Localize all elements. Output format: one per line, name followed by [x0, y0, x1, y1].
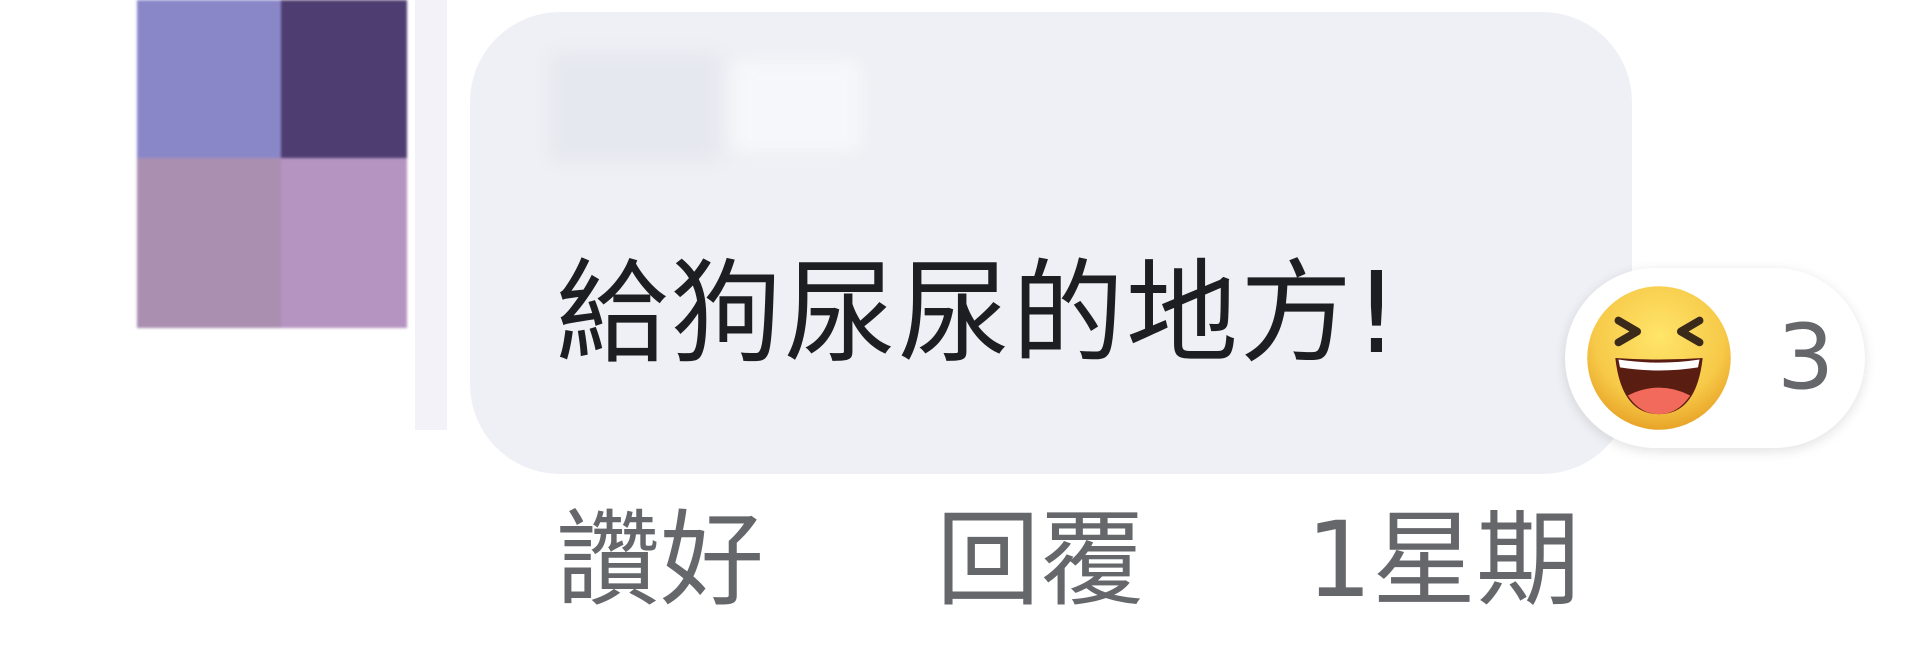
avatar-pixel [137, 158, 281, 328]
avatar-pixel [281, 158, 407, 328]
avatar-pixel [137, 0, 281, 158]
thread-line [415, 0, 447, 430]
author-name-redacted[interactable] [550, 52, 720, 162]
comment-timestamp[interactable]: 1星期 [1306, 505, 1580, 615]
reaction-count: 3 [1777, 305, 1835, 410]
like-button[interactable]: 讚好 [556, 505, 764, 615]
author-name-redacted [732, 60, 862, 152]
haha-emoji-icon [1587, 286, 1731, 430]
reply-button[interactable]: 回覆 [936, 505, 1144, 615]
comment-text: 給狗尿尿的地方! [556, 249, 1401, 379]
comment-bubble: 給狗尿尿的地方! [470, 12, 1632, 474]
avatar[interactable] [137, 0, 407, 328]
avatar-pixel [281, 0, 407, 158]
comment-screen: 給狗尿尿的地方! 3 讚好 回覆 1星期 [0, 0, 1920, 652]
reaction-summary[interactable]: 3 [1565, 268, 1865, 448]
